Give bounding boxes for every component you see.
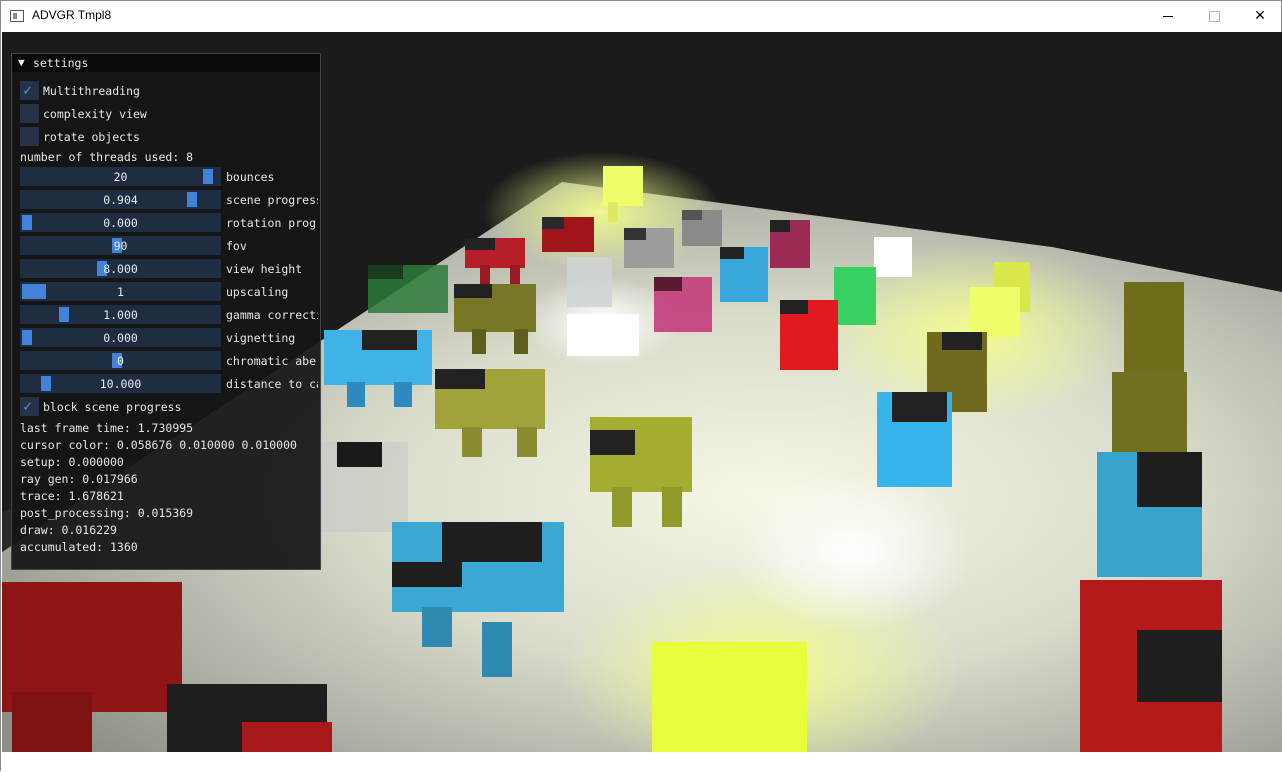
window-title: ADVGR Tmpl8 (32, 8, 112, 22)
multithreading-label: Multithreading (43, 84, 140, 98)
stat-cursor-color: cursor color: 0.058676 0.010000 0.010000 (20, 438, 297, 452)
slider-value: 0.904 (103, 193, 138, 207)
slider-upscaling[interactable]: 1 (20, 282, 221, 301)
voxel-object-cyan (1097, 452, 1202, 577)
complexity-view-label: complexity view (43, 107, 147, 121)
slider-label: fov (226, 239, 247, 253)
voxel-object-pink (770, 220, 810, 268)
voxel-object-green-glass (368, 265, 448, 313)
stat-setup: setup: 0.000000 (20, 455, 124, 469)
slider-value: 1 (117, 285, 124, 299)
voxel-object-cyan (877, 392, 952, 487)
collapse-arrow-icon[interactable]: ▼ (18, 56, 25, 69)
slider-value: 8.000 (103, 262, 138, 276)
voxel-object-grey (624, 228, 674, 268)
slider-label: bounces (226, 170, 275, 184)
voxel-object-red (1080, 580, 1222, 752)
check-icon: ✓ (23, 81, 33, 99)
slider-label: distance to camera (226, 377, 318, 391)
voxel-object-red (167, 684, 332, 752)
voxel-object-darkred (542, 217, 594, 252)
slider-value: 0.000 (103, 216, 138, 230)
voxel-object-grey (682, 210, 722, 246)
slider-rotation-progress[interactable]: 0.000 (20, 213, 221, 232)
minimize-button[interactable] (1145, 1, 1191, 31)
settings-panel-title: settings (33, 56, 89, 70)
slider-value: 0.000 (103, 331, 138, 345)
slider-label: chromatic aberration (226, 354, 318, 368)
app-icon (10, 10, 24, 22)
maximize-button[interactable] (1191, 1, 1237, 31)
close-button[interactable]: ✕ (1237, 1, 1282, 31)
slider-label: vignetting (226, 331, 296, 345)
slider-chromatic-aberration[interactable]: 0 (20, 351, 221, 370)
slider-label: gamma correction (226, 308, 318, 322)
slider-value: 10.000 (99, 377, 142, 391)
stat-accumulated: accumulated: 1360 (20, 540, 138, 554)
voxel-object-yellow-glowing (652, 642, 807, 752)
block-scene-progress-checkbox[interactable]: ✓ (20, 397, 39, 416)
minimize-icon (1163, 15, 1173, 17)
voxel-object-cyan (720, 247, 768, 302)
slider-fov[interactable]: 90 (20, 236, 221, 255)
slider-vignetting[interactable]: 0.000 (20, 328, 221, 347)
slider-gamma-correction[interactable]: 1.000 (20, 305, 221, 324)
multithreading-checkbox[interactable]: ✓ (20, 81, 39, 100)
slider-label: view height (226, 262, 303, 276)
slider-label: scene progress (226, 193, 318, 207)
slider-value: 20 (113, 170, 128, 184)
stat-draw: draw: 0.016229 (20, 523, 117, 537)
complexity-view-checkbox[interactable] (20, 104, 39, 123)
slider-value: 0 (117, 354, 124, 368)
slider-value: 1.000 (103, 308, 138, 322)
voxel-object-white-glowing (874, 237, 912, 277)
voxel-object-white-glowing (567, 314, 639, 356)
block-scene-progress-label: block scene progress (43, 400, 182, 414)
slider-distance-to-camera[interactable]: 10.000 (20, 374, 221, 393)
voxel-object-yellow-glowing (970, 287, 1020, 337)
slider-view-height[interactable]: 8.000 (20, 259, 221, 278)
maximize-icon (1208, 10, 1220, 22)
voxel-object-olive (1112, 372, 1187, 457)
threads-used-text: number of threads used: 8 (20, 150, 194, 164)
stat-ray-gen: ray gen: 0.017966 (20, 472, 138, 486)
settings-panel-header[interactable]: ▼ settings (12, 54, 320, 72)
check-icon: ✓ (23, 397, 33, 415)
voxel-object-white-glass (567, 257, 612, 307)
rotate-objects-checkbox[interactable] (20, 127, 39, 146)
slider-label: rotation progress (226, 216, 318, 230)
stat-trace: trace: 1.678621 (20, 489, 124, 503)
app-window: ADVGR Tmpl8 ✕ ▼ settings ✓ Multithreadin… (0, 0, 1282, 772)
close-icon: ✕ (1254, 8, 1266, 24)
voxel-object-white-glass (320, 442, 408, 532)
stat-last-frame-time: last frame time: 1.730995 (20, 421, 194, 435)
settings-panel[interactable]: ▼ settings ✓ Multithreading complexity v… (11, 53, 321, 570)
slider-scene-progress[interactable]: 0.904 (20, 190, 221, 209)
slider-bounces[interactable]: 20 (20, 167, 221, 186)
rotate-objects-label: rotate objects (43, 130, 140, 144)
window-bottom-border (1, 752, 1282, 772)
slider-value: 90 (113, 239, 128, 253)
voxel-object-green-glowing (834, 267, 876, 325)
title-bar[interactable]: ADVGR Tmpl8 ✕ (1, 1, 1281, 32)
voxel-object-pink-glass (654, 277, 712, 332)
slider-label: upscaling (226, 285, 289, 299)
voxel-object-red (780, 300, 838, 370)
stat-post-processing: post_processing: 0.015369 (20, 506, 194, 520)
